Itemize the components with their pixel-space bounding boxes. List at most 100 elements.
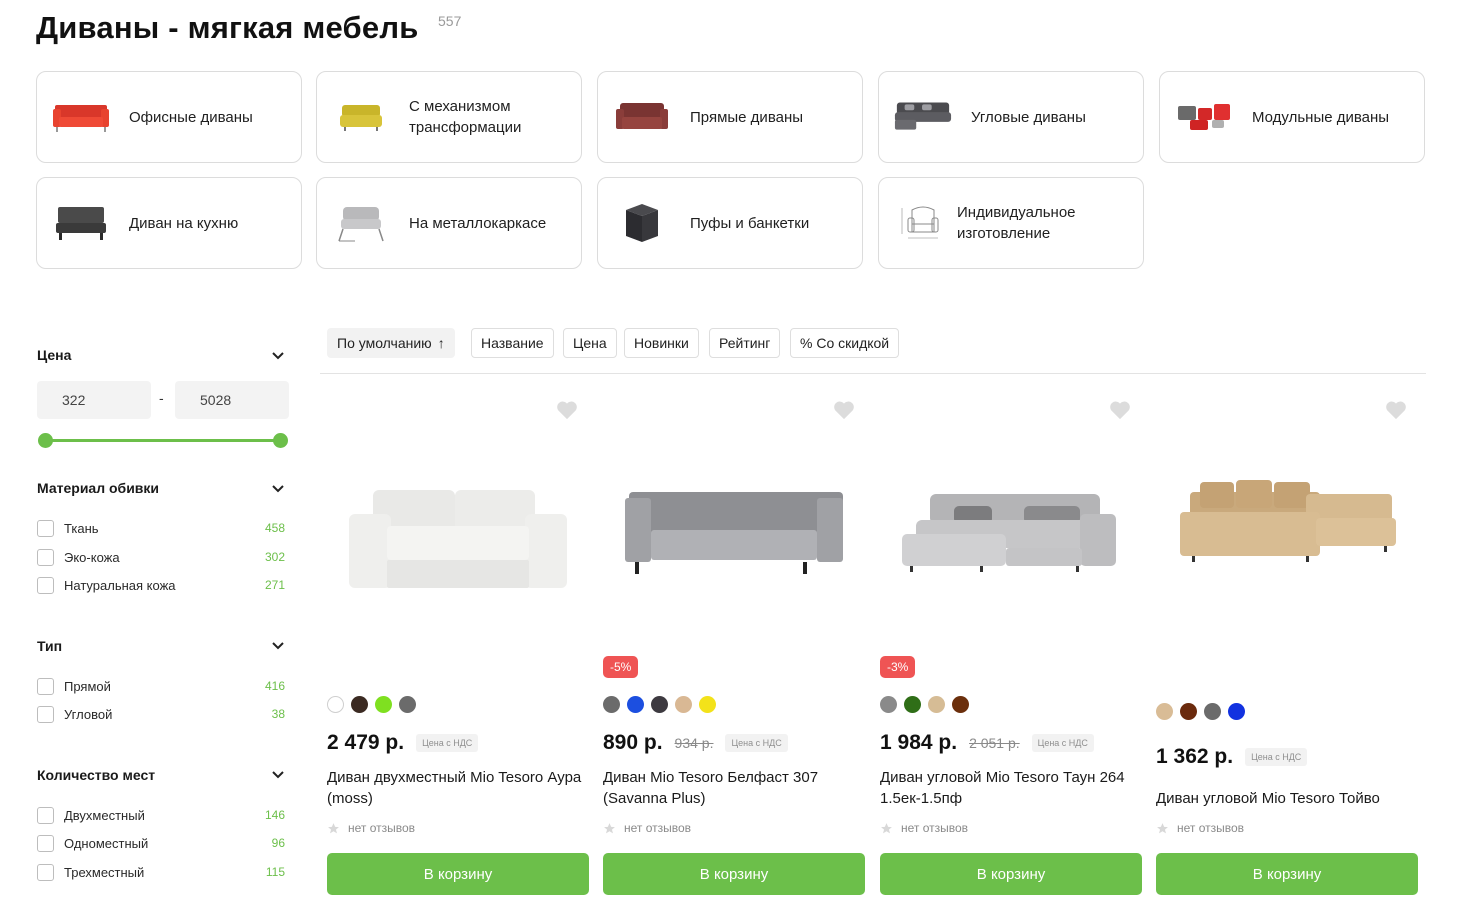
category-custom-made[interactable]: Индивидуальное изготовление — [878, 177, 1144, 269]
product-name[interactable]: Диван двухместный Mio Tesoro Аура (moss) — [327, 767, 589, 809]
chevron-down-icon[interactable] — [270, 767, 286, 783]
checkbox[interactable] — [37, 806, 54, 824]
filter-option[interactable]: Натуральная кожа 271 — [37, 576, 287, 594]
sort-new-button[interactable]: Новинки — [624, 328, 699, 358]
filter-option[interactable]: Прямой 416 — [37, 677, 287, 695]
option-label: Прямой — [64, 678, 111, 694]
add-to-cart-button[interactable]: В корзину — [880, 853, 1142, 895]
sort-name-button[interactable]: Название — [471, 328, 554, 358]
color-swatch[interactable] — [928, 696, 945, 713]
checkbox[interactable] — [37, 519, 54, 537]
checkbox[interactable] — [37, 677, 54, 695]
chevron-down-icon[interactable] — [270, 348, 286, 364]
color-swatch[interactable] — [627, 696, 644, 713]
heart-icon[interactable] — [1109, 400, 1131, 420]
color-swatch[interactable] — [675, 696, 692, 713]
filter-seats-title: Количество мест — [37, 767, 156, 783]
sort-default-button[interactable]: По умолчанию ↑ — [327, 328, 455, 358]
category-office-sofas[interactable]: Офисные диваны — [36, 71, 302, 163]
category-label: На металлокаркасе — [409, 214, 547, 232]
checkbox[interactable] — [37, 705, 54, 723]
sort-divider — [320, 373, 1426, 374]
category-label: С механизмом трансформации — [409, 98, 522, 136]
add-to-cart-button[interactable]: В корзину — [327, 853, 589, 895]
color-swatch[interactable] — [1204, 703, 1221, 720]
color-swatch[interactable] — [1180, 703, 1197, 720]
color-swatch[interactable] — [603, 696, 620, 713]
color-swatch[interactable] — [904, 696, 921, 713]
reviews: нет отзывов — [327, 821, 415, 835]
category-poufs[interactable]: Пуфы и банкетки — [597, 177, 863, 269]
heart-icon[interactable] — [833, 400, 855, 420]
color-swatch[interactable] — [699, 696, 716, 713]
vat-label: Цена с НДС — [416, 734, 479, 752]
color-swatch[interactable] — [880, 696, 897, 713]
filter-option[interactable]: Трехместный 115 — [37, 863, 287, 881]
product-name[interactable]: Диван угловой Mio Tesoro Тойво — [1156, 788, 1418, 809]
price-max-input[interactable] — [175, 381, 289, 419]
product-name[interactable]: Диван угловой Mio Tesoro Таун 264 1.5ек-… — [880, 767, 1142, 809]
filter-option[interactable]: Эко-кожа 302 — [37, 548, 287, 566]
option-label: Трехместный — [64, 864, 145, 880]
color-swatch[interactable] — [399, 696, 416, 713]
filter-option[interactable]: Двухместный 146 — [37, 806, 287, 824]
filter-option[interactable]: Ткань 458 — [37, 519, 287, 537]
color-swatch[interactable] — [952, 696, 969, 713]
color-swatch[interactable] — [375, 696, 392, 713]
sort-rating-button[interactable]: Рейтинг — [709, 328, 781, 358]
checkbox[interactable] — [37, 834, 54, 852]
color-swatch[interactable] — [327, 696, 344, 713]
corner-sofa-icon — [893, 94, 953, 140]
option-count: 458 — [264, 521, 285, 535]
option-label: Натуральная кожа — [64, 577, 176, 593]
color-swatch[interactable] — [1156, 703, 1173, 720]
discount-badge: -5% — [603, 656, 639, 678]
sort-discount-button[interactable]: % Со скидкой — [790, 328, 900, 358]
category-metal-frame[interactable]: На металлокаркасе — [316, 177, 582, 269]
option-count: 416 — [264, 679, 285, 693]
price-row: 1 362 р. Цена с НДС — [1156, 745, 1308, 769]
reviews-text: нет отзывов — [901, 821, 969, 835]
color-swatch[interactable] — [351, 696, 368, 713]
office-sofa-icon — [51, 94, 111, 140]
product-image[interactable] — [327, 478, 591, 688]
category-straight-sofas[interactable]: Прямые диваны — [597, 71, 863, 163]
filter-option[interactable]: Угловой 38 — [37, 705, 287, 723]
checkbox[interactable] — [37, 576, 54, 594]
category-modular-sofas[interactable]: Модульные диваны — [1159, 71, 1425, 163]
price: 2 479 р. — [327, 731, 405, 754]
product-name[interactable]: Диван Mio Tesoro Белфаст 307 (Savanna Pl… — [603, 767, 865, 809]
price-range-max-handle[interactable] — [273, 433, 288, 448]
heart-icon[interactable] — [1385, 400, 1407, 420]
color-swatches — [603, 696, 723, 713]
price: 1 362 р. — [1156, 745, 1234, 768]
heart-icon[interactable] — [556, 400, 578, 420]
star-icon — [881, 822, 892, 833]
checkbox[interactable] — [37, 863, 54, 881]
color-swatch[interactable] — [1228, 703, 1245, 720]
add-to-cart-button[interactable]: В корзину — [1156, 853, 1418, 895]
armchair-sketch-icon — [893, 200, 953, 246]
price-range-min-handle[interactable] — [38, 433, 53, 448]
product-image[interactable] — [880, 478, 1144, 688]
add-to-cart-button[interactable]: В корзину — [603, 853, 865, 895]
option-count: 146 — [264, 808, 285, 822]
option-label: Одноместный — [64, 835, 149, 851]
product-card: -5% 890 р. 934 р. Цена с НДС Диван Mio T… — [603, 390, 867, 898]
chevron-down-icon[interactable] — [270, 481, 286, 497]
price-min-input[interactable] — [37, 381, 151, 419]
pouf-icon — [612, 200, 672, 246]
filter-option[interactable]: Одноместный 96 — [37, 834, 287, 852]
color-swatches — [327, 696, 423, 713]
price-range-track — [45, 439, 281, 442]
product-image[interactable] — [603, 478, 867, 688]
category-corner-sofas[interactable]: Угловые диваны — [878, 71, 1144, 163]
checkbox[interactable] — [37, 548, 54, 566]
color-swatch[interactable] — [651, 696, 668, 713]
product-image[interactable] — [1156, 478, 1420, 688]
chevron-down-icon[interactable] — [270, 638, 286, 654]
category-kitchen-sofas[interactable]: Диван на кухню — [36, 177, 302, 269]
sort-price-button[interactable]: Цена — [563, 328, 617, 358]
product-card: -3% 1 984 р. 2 051 р. Цена с НДС Диван у… — [880, 390, 1144, 898]
category-transform-sofas[interactable]: С механизмом трансформации — [316, 71, 582, 163]
